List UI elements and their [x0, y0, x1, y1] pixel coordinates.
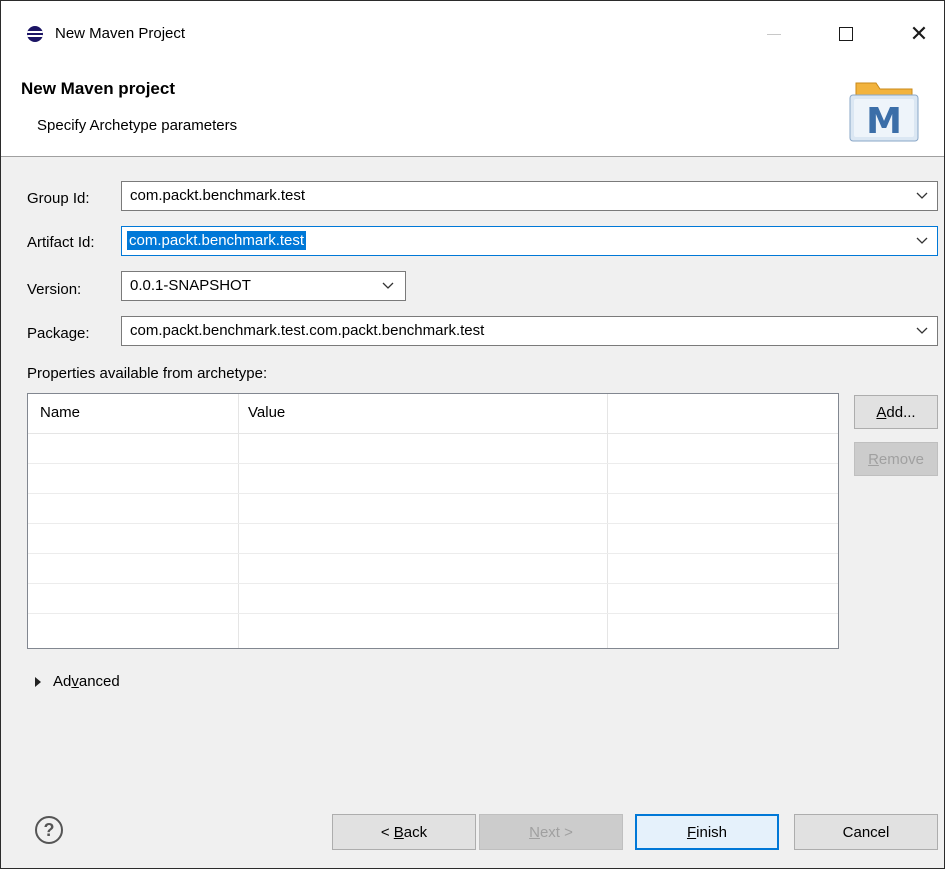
remove-mnemonic: R: [868, 450, 879, 468]
remove-label-post: emove: [878, 450, 924, 468]
minimize-icon: [767, 33, 781, 35]
close-button[interactable]: ✕: [904, 19, 934, 49]
wizard-title: New Maven project: [21, 79, 175, 98]
table-row: [28, 493, 838, 494]
expand-triangle-icon: [35, 676, 41, 687]
properties-table[interactable]: Name Value: [27, 393, 839, 649]
package-label: Package:: [27, 325, 90, 342]
version-label: Version:: [27, 281, 82, 298]
wizard-subtitle: Specify Archetype parameters: [37, 117, 238, 134]
version-value: 0.0.1-SNAPSHOT: [130, 277, 251, 294]
header-divider: [28, 433, 838, 434]
back-label-post: ack: [403, 823, 428, 841]
eclipse-icon: [27, 26, 43, 42]
next-label-post: ext >: [539, 823, 573, 841]
title-bar[interactable]: New Maven Project ✕: [1, 1, 944, 65]
add-label-post: dd...: [886, 403, 916, 421]
properties-label: Properties available from archetype:: [27, 365, 268, 382]
cancel-label: Cancel: [842, 823, 890, 841]
remove-property-button[interactable]: Remove: [854, 442, 938, 476]
advanced-mnemonic: v: [71, 673, 79, 690]
chevron-down-icon[interactable]: [915, 188, 929, 202]
artifact-id-combo[interactable]: com.packt.benchmark.test: [121, 226, 938, 256]
artifact-id-label: Artifact Id:: [27, 234, 95, 251]
back-mnemonic: B: [393, 823, 404, 841]
help-glyph: ?: [43, 819, 55, 840]
chevron-down-icon[interactable]: [915, 323, 929, 337]
group-id-value: com.packt.benchmark.test: [130, 187, 306, 204]
back-label-pre: <: [380, 823, 394, 841]
finish-label-post: inish: [696, 823, 728, 841]
version-combo[interactable]: 0.0.1-SNAPSHOT: [121, 271, 406, 301]
table-row: [28, 613, 838, 614]
minimize-button[interactable]: [759, 19, 789, 49]
package-value: com.packt.benchmark.test.com.packt.bench…: [130, 322, 485, 339]
column-header-value[interactable]: Value: [248, 404, 285, 421]
chevron-down-icon[interactable]: [915, 233, 929, 247]
column-header-name[interactable]: Name: [40, 404, 80, 421]
maximize-icon: [839, 27, 853, 41]
table-row: [28, 583, 838, 584]
maven-logo-icon: M: [849, 82, 919, 142]
window-title: New Maven Project: [55, 25, 186, 42]
table-row: [28, 463, 838, 464]
wizard-header: New Maven project Specify Archetype para…: [1, 65, 944, 157]
advanced-label-post: anced: [78, 673, 120, 690]
artifact-id-value: com.packt.benchmark.test: [127, 231, 307, 250]
finish-mnemonic: F: [686, 823, 697, 841]
add-mnemonic: A: [876, 403, 887, 421]
next-button[interactable]: Next >: [479, 814, 623, 850]
maximize-button[interactable]: [831, 19, 861, 49]
next-mnemonic: N: [529, 823, 540, 841]
chevron-down-icon[interactable]: [381, 278, 395, 292]
table-row: [28, 523, 838, 524]
close-icon: ✕: [909, 21, 929, 47]
table-row: [28, 553, 838, 554]
maven-logo-letter: M: [866, 101, 902, 142]
finish-button[interactable]: Finish: [635, 814, 779, 850]
help-icon[interactable]: ?: [35, 816, 63, 844]
group-id-label: Group Id:: [27, 190, 90, 207]
package-combo[interactable]: com.packt.benchmark.test.com.packt.bench…: [121, 316, 938, 346]
add-property-button[interactable]: Add...: [854, 395, 938, 429]
advanced-section-toggle[interactable]: Advanced: [35, 673, 120, 690]
advanced-label-pre: Ad: [53, 673, 72, 690]
group-id-combo[interactable]: com.packt.benchmark.test: [121, 181, 938, 211]
cancel-button[interactable]: Cancel: [794, 814, 938, 850]
dialog-window: New Maven Project ✕ New Maven project Sp…: [0, 0, 945, 869]
back-button[interactable]: < Back: [332, 814, 476, 850]
